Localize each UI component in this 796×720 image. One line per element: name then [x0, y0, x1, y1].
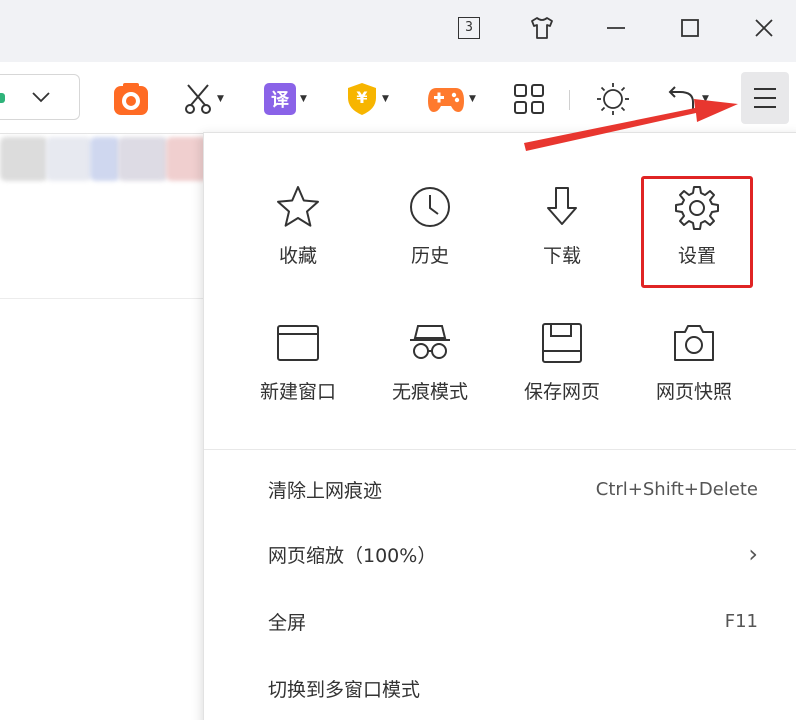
blurred-bookmark[interactable]: [0, 137, 48, 181]
apps-tool[interactable]: [513, 82, 545, 116]
dropdown-caret: ▼: [469, 94, 476, 104]
minimize-icon: [607, 27, 625, 29]
menu-favorites-label: 收藏: [278, 245, 317, 267]
menu-history[interactable]: 历史: [370, 183, 490, 283]
address-accent: [0, 93, 5, 103]
translate-icon: 译: [264, 83, 296, 115]
translate-glyph: 译: [271, 90, 289, 111]
game-tool[interactable]: ▼: [427, 82, 476, 116]
menu-save-page-label: 保存网页: [523, 381, 600, 403]
incognito-icon: [406, 319, 454, 367]
cut-tool[interactable]: ▼: [183, 82, 224, 116]
menu-page-snapshot[interactable]: 网页快照: [634, 319, 754, 419]
download-icon: [538, 183, 586, 231]
main-menu-panel: 收藏 历史 下载 设置 新建窗口 无痕模式 保存网页 网页快照 清除上网痕迹 C…: [203, 132, 796, 720]
menu-incognito[interactable]: 无痕模式: [370, 319, 490, 419]
toolbar-separator: [569, 90, 570, 110]
settings-highlight-box: [641, 176, 753, 288]
menu-multi-window[interactable]: 切换到多窗口模式: [268, 668, 758, 708]
menu-multi-window-label: 切换到多窗口模式: [268, 678, 421, 701]
close-button[interactable]: [744, 8, 784, 48]
window-icon: [274, 319, 322, 367]
apps-grid-icon: [514, 84, 544, 114]
skin-button[interactable]: [522, 8, 562, 48]
menu-favorites[interactable]: 收藏: [238, 183, 358, 283]
chevron-right-icon: ›: [748, 540, 758, 568]
blurred-bookmark[interactable]: [166, 137, 208, 181]
maximize-button[interactable]: [670, 8, 710, 48]
menu-clear-history-shortcut: Ctrl+Shift+Delete: [595, 478, 758, 500]
clock-icon: [406, 183, 454, 231]
dropdown-caret: ▼: [300, 94, 307, 104]
menu-page-snapshot-label: 网页快照: [655, 381, 732, 403]
brightness-tool[interactable]: [596, 82, 630, 116]
hamburger-menu-icon: [754, 88, 776, 108]
blurred-bookmark[interactable]: [46, 137, 92, 181]
menu-separator: [204, 449, 796, 450]
screenshot-tool[interactable]: [113, 82, 149, 116]
title-bar: 3: [0, 0, 796, 62]
menu-fullscreen[interactable]: 全屏 F11: [268, 601, 758, 641]
security-tool[interactable]: ¥ ▼: [346, 82, 389, 116]
menu-clear-history-label: 清除上网痕迹: [268, 479, 383, 502]
blurred-bookmark[interactable]: [118, 137, 168, 181]
undo-arrow-icon: [668, 86, 694, 110]
minimize-button[interactable]: [596, 8, 636, 48]
menu-downloads[interactable]: 下载: [502, 183, 622, 283]
camera-icon: [670, 319, 718, 367]
menu-zoom[interactable]: 网页缩放（100%） ›: [268, 534, 758, 574]
skin-shirt-icon: [531, 17, 553, 39]
menu-incognito-label: 无痕模式: [391, 381, 468, 403]
dropdown-caret: ▼: [702, 94, 709, 104]
bookmark-bar: [0, 134, 210, 186]
save-icon: [538, 319, 586, 367]
translate-tool[interactable]: 译 ▼: [264, 82, 307, 116]
menu-new-window[interactable]: 新建窗口: [238, 319, 358, 419]
brightness-icon: [597, 83, 629, 115]
menu-downloads-label: 下载: [542, 245, 581, 267]
tab-count-badge: 3: [458, 17, 480, 39]
blurred-bookmark[interactable]: [90, 137, 120, 181]
menu-fullscreen-shortcut: F11: [724, 610, 758, 632]
maximize-icon: [681, 19, 699, 37]
scissors-icon: [185, 84, 211, 114]
close-icon: [755, 19, 773, 37]
page-divider: [0, 298, 205, 299]
menu-button[interactable]: [741, 72, 789, 124]
dropdown-caret: ▼: [217, 94, 224, 104]
undo-tool[interactable]: ▼: [666, 82, 709, 116]
menu-new-window-label: 新建窗口: [259, 381, 336, 403]
chevron-down-icon[interactable]: [30, 87, 52, 107]
shield-glyph: ¥: [356, 88, 368, 107]
toolbar: ▼ 译 ▼ ¥ ▼ ▼ ▼: [0, 62, 796, 134]
menu-zoom-label: 网页缩放（100%）: [268, 544, 437, 567]
menu-history-label: 历史: [410, 245, 449, 267]
screenshot-camera-icon: [114, 83, 148, 115]
menu-clear-history[interactable]: 清除上网痕迹 Ctrl+Shift+Delete: [268, 469, 758, 509]
address-bar-end[interactable]: [0, 74, 80, 120]
security-shield-icon: ¥: [346, 82, 378, 116]
menu-fullscreen-label: 全屏: [268, 611, 307, 634]
tab-count-button[interactable]: 3: [449, 8, 489, 48]
dropdown-caret: ▼: [382, 94, 389, 104]
menu-save-page[interactable]: 保存网页: [502, 319, 622, 419]
star-icon: [274, 183, 322, 231]
game-controller-icon: [428, 88, 464, 112]
